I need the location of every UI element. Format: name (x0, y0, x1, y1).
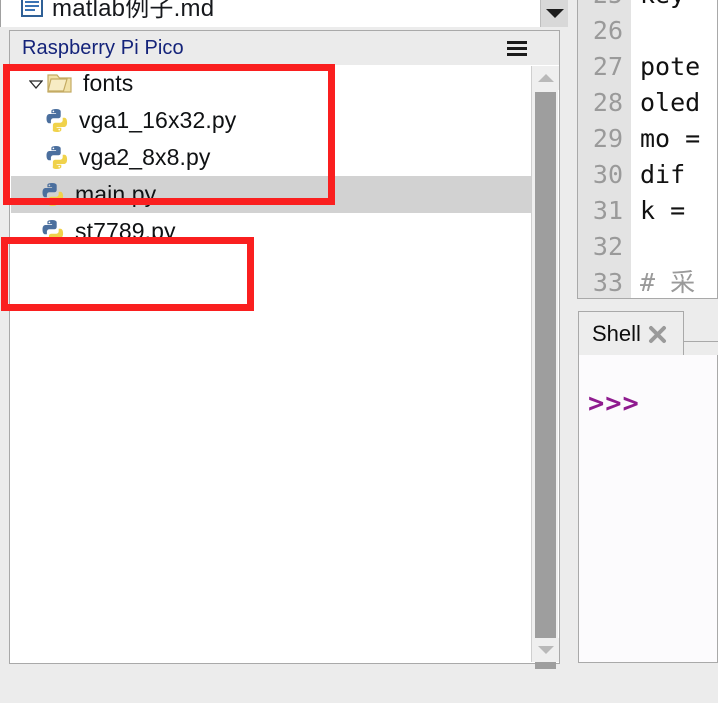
close-x-icon[interactable] (648, 325, 667, 344)
tree-item-label: st7789.py (75, 218, 176, 244)
hamburger-menu-icon[interactable] (507, 39, 527, 57)
line-number: 25 (578, 0, 631, 13)
folder-icon (45, 69, 75, 99)
triangle-down-icon (545, 9, 564, 18)
previous-file-strip: matlab例子.md (0, 0, 560, 27)
line-number: 32 (592, 232, 623, 261)
shell-prompt: >>> (588, 388, 640, 419)
line-number-list: 25 26 27 28 29 30 31 32 33 (578, 0, 631, 298)
scrollbar-thumb[interactable] (535, 92, 556, 669)
file-explorer-panel: Raspberry Pi Pico fonts vga1_16x32.py vg… (9, 30, 560, 669)
line-number: 29 (592, 124, 623, 153)
shell-tab-bar: Shell (577, 311, 718, 356)
markdown-document-icon (21, 0, 43, 17)
code-line: dif (640, 160, 686, 189)
code-line: # 采 (640, 268, 696, 297)
tree-item-label: fonts (83, 70, 134, 96)
tree-row-st7789[interactable]: st7789.py (11, 213, 532, 250)
shell-tab-label: Shell (592, 321, 641, 346)
chevron-down-icon[interactable] (27, 79, 45, 89)
line-number: 27 (592, 52, 623, 81)
tree-row-vga1[interactable]: vga1_16x32.py (11, 102, 532, 139)
code-line: mo = (640, 124, 701, 153)
python-file-icon (41, 106, 71, 136)
tree-item-label: main.py (75, 181, 157, 207)
code-line: pote (640, 52, 701, 81)
editor-code-area[interactable]: key pote oled mo = dif k = # 采 (631, 0, 717, 298)
line-number: 28 (592, 88, 623, 117)
device-title: Raspberry Pi Pico (22, 36, 184, 59)
shell-output-area[interactable]: >>> (578, 355, 718, 663)
scrollbar-down-button[interactable] (532, 638, 559, 662)
triangle-up-icon (537, 74, 554, 82)
code-line: oled (640, 88, 701, 117)
python-file-icon (37, 217, 67, 247)
triangle-down-icon (537, 646, 554, 654)
code-line-list: key pote oled mo = dif k = # 采 (631, 0, 717, 298)
tree-item-label: vga1_16x32.py (79, 107, 237, 133)
file-explorer-header: Raspberry Pi Pico (10, 31, 559, 65)
code-line: k = (640, 196, 701, 225)
python-file-icon (41, 143, 71, 173)
tab-bar-filler (684, 341, 718, 356)
top-scroll-down-button[interactable] (540, 0, 568, 27)
tree-row-main[interactable]: main.py (11, 176, 532, 213)
line-number: 30 (592, 160, 623, 189)
tree-row-vga2[interactable]: vga2_8x8.py (11, 139, 532, 176)
top-file-row[interactable]: matlab例子.md (21, 0, 214, 23)
code-line: key (631, 0, 717, 13)
file-tree-scrollbar[interactable] (531, 66, 559, 669)
top-file-label: matlab例子.md (52, 0, 215, 22)
line-number: 26 (592, 16, 623, 45)
scrollbar-up-button[interactable] (532, 66, 559, 90)
tab-shell[interactable]: Shell (578, 311, 684, 356)
code-editor-panel[interactable]: 25 26 27 28 29 30 31 32 33 key pote oled… (577, 0, 718, 299)
tree-item-label: vga2_8x8.py (79, 144, 211, 170)
python-file-icon (37, 180, 67, 210)
line-number: 31 (592, 196, 623, 225)
editor-line-number-gutter: 25 26 27 28 29 30 31 32 33 (578, 0, 631, 298)
tree-row-fonts[interactable]: fonts (11, 65, 532, 102)
file-tree[interactable]: fonts vga1_16x32.py vga2_8x8.py main.py … (11, 65, 532, 662)
line-number: 33 (592, 268, 623, 297)
